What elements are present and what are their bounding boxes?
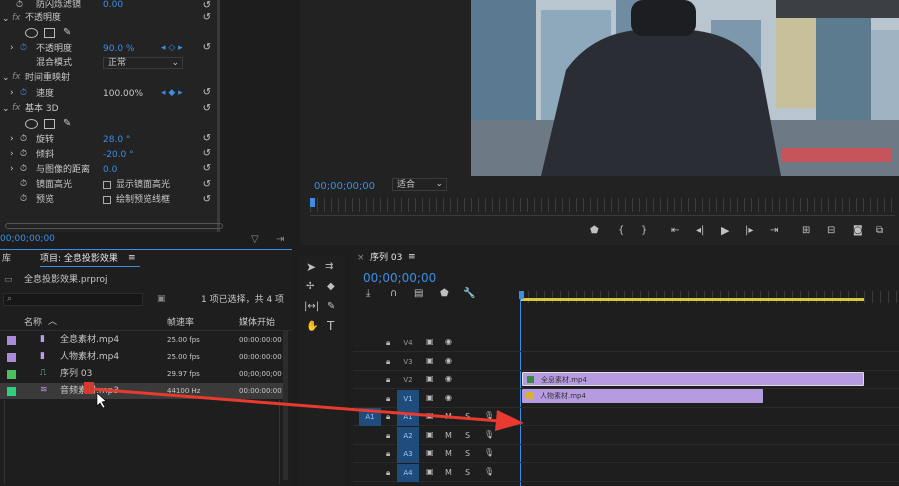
annotation-arrow: [84, 382, 524, 431]
